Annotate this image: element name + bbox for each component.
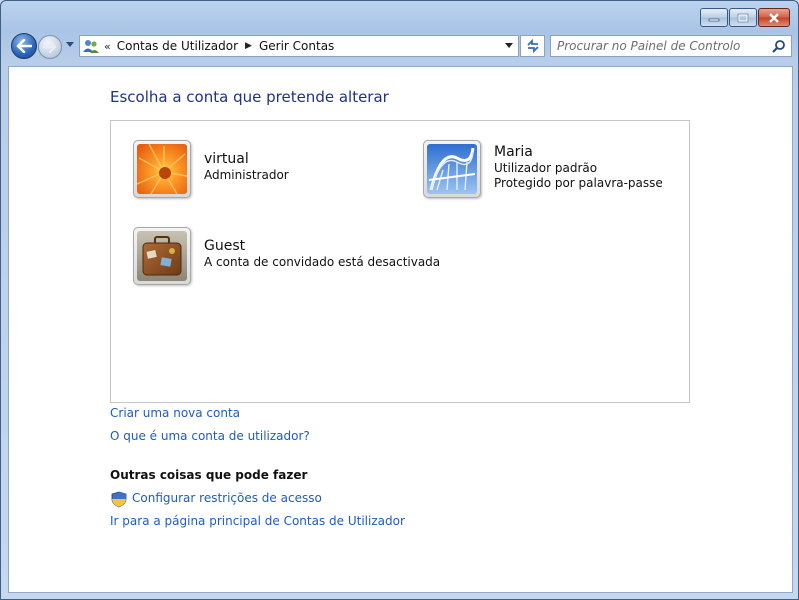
address-dropdown-icon[interactable]	[504, 42, 514, 49]
breadcrumb-overflow[interactable]: «	[104, 40, 111, 53]
create-account-link[interactable]: Criar uma nova conta	[110, 406, 240, 420]
account-name[interactable]: virtual	[204, 151, 289, 168]
orange-flower-picture	[137, 144, 187, 194]
account-status: Protegido por palavra-passe	[494, 176, 663, 190]
rollercoaster-picture	[427, 144, 477, 194]
page-title: Escolha a conta que pretende alterar	[110, 88, 389, 106]
what-is-account-link[interactable]: O que é uma conta de utilizador?	[110, 429, 310, 443]
account-name[interactable]: Maria	[494, 144, 663, 161]
account-status: A conta de convidado está desactivada	[204, 255, 441, 269]
user-accounts-main-page-link[interactable]: Ir para a página principal de Contas de …	[110, 514, 405, 528]
minimize-button[interactable]	[700, 8, 728, 27]
breadcrumb-manage-accounts[interactable]: Gerir Contas	[259, 39, 334, 53]
maximize-icon	[737, 13, 749, 22]
close-icon	[769, 12, 779, 23]
forward-button[interactable]	[38, 35, 62, 59]
account-guest[interactable]: Guest A conta de convidado está desactiv…	[133, 227, 440, 285]
back-arrow-icon	[16, 39, 32, 53]
account-type: Administrador	[204, 168, 289, 182]
search-icon[interactable]	[772, 39, 786, 53]
parental-controls-link[interactable]: Configurar restrições de acesso	[132, 491, 322, 505]
content-pane: Escolha a conta que pretende alterar vir…	[8, 66, 793, 593]
account-text: virtual Administrador	[204, 140, 289, 198]
shield-icon	[111, 491, 127, 508]
account-text: Maria Utilizador padrão Protegido por pa…	[494, 133, 663, 198]
accounts-list: virtual Administrador Maria Utilizador p…	[110, 120, 690, 403]
account-maria[interactable]: Maria Utilizador padrão Protegido por pa…	[423, 140, 663, 198]
account-type: Utilizador padrão	[494, 161, 598, 175]
account-picture[interactable]	[133, 140, 191, 198]
suitcase-picture	[137, 231, 187, 281]
account-picture[interactable]	[133, 227, 191, 285]
account-text: Guest A conta de convidado está desactiv…	[204, 227, 440, 285]
forward-arrow-icon	[43, 41, 57, 53]
refresh-icon	[526, 39, 539, 53]
back-button[interactable]	[11, 33, 37, 59]
account-picture[interactable]	[423, 140, 481, 198]
window: « Contas de Utilizador ▶ Gerir Contas Es…	[0, 0, 799, 600]
caption-buttons	[700, 8, 790, 27]
search-input[interactable]	[551, 39, 761, 53]
account-virtual[interactable]: virtual Administrador	[133, 140, 289, 198]
minimize-icon	[708, 18, 720, 21]
maximize-button[interactable]	[729, 8, 757, 27]
breadcrumb-separator-arrow-icon[interactable]: ▶	[245, 41, 252, 51]
account-name[interactable]: Guest	[204, 238, 440, 255]
navigation-bar: « Contas de Utilizador ▶ Gerir Contas	[9, 32, 792, 60]
breadcrumb-user-accounts[interactable]: Contas de Utilizador	[117, 39, 238, 53]
address-bar[interactable]: « Contas de Utilizador ▶ Gerir Contas	[79, 35, 519, 57]
close-button[interactable]	[758, 8, 790, 27]
search-box[interactable]	[550, 35, 792, 57]
recent-pages-dropdown[interactable]	[65, 41, 75, 49]
users-folder-icon	[83, 40, 99, 53]
refresh-button[interactable]	[520, 35, 545, 57]
other-things-title: Outras coisas que pode fazer	[110, 468, 308, 482]
